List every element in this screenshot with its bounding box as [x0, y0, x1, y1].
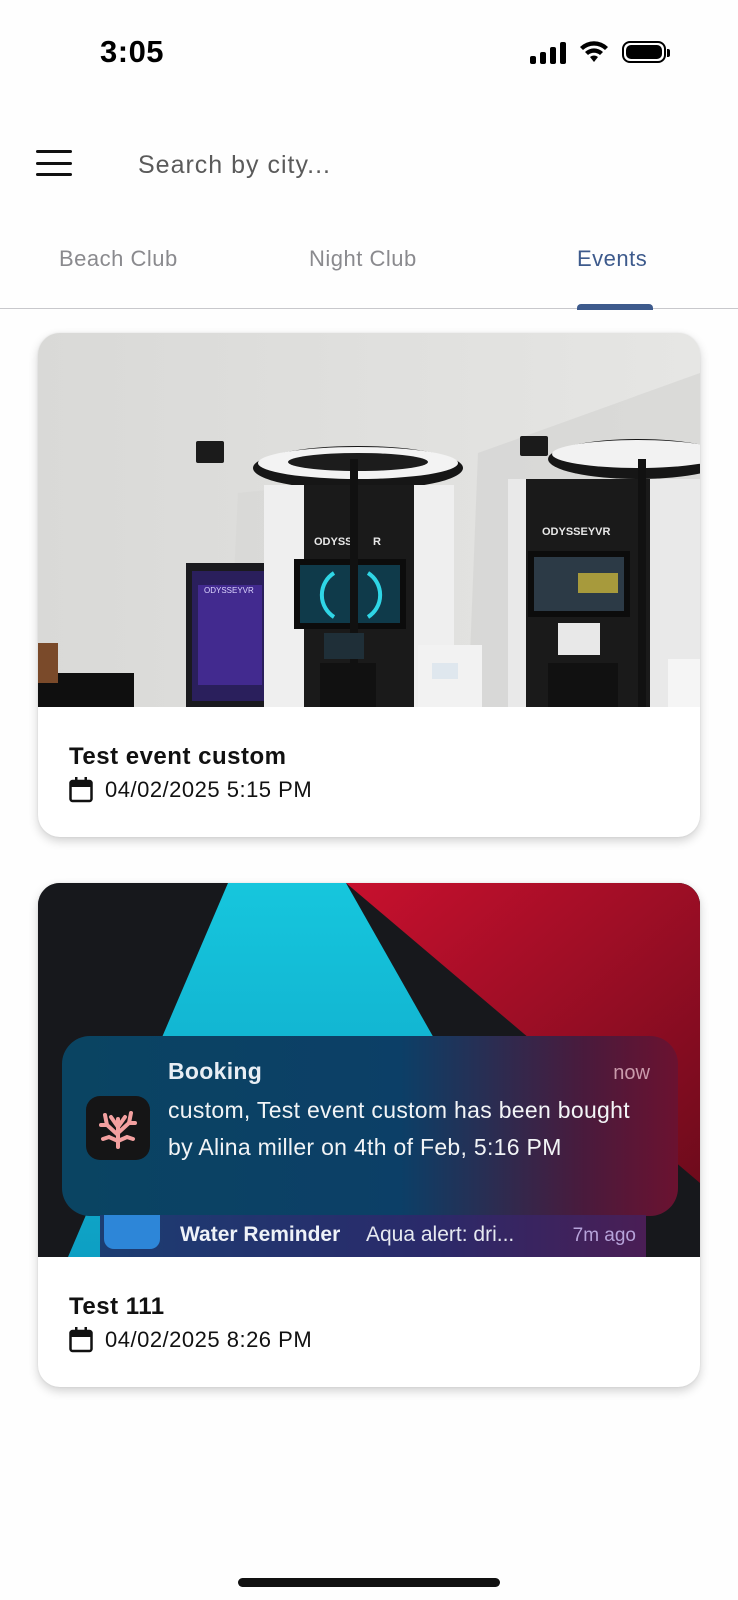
active-tab-indicator [577, 304, 653, 310]
booth-label-left-suffix: R [373, 536, 381, 548]
notification-secondary-text: Aqua alert: dri... [366, 1223, 515, 1246]
search-input[interactable] [136, 140, 680, 190]
notification-body: custom, Test event custom has been bough… [168, 1097, 630, 1160]
event-image: ODYSSEYVR ODYSS R ODYSSEYVR [38, 333, 700, 707]
booking-notification: Booking now custom, Test event custom ha… [62, 1036, 678, 1216]
water-app-icon [104, 1215, 160, 1249]
event-date-row: 04/02/2025 5:15 PM [69, 777, 312, 803]
booth-label-left: ODYSS [314, 536, 353, 548]
event-card[interactable]: ODYSSEYVR ODYSS R ODYSSEYVR Test event c… [38, 333, 700, 837]
booth-label-right: ODYSSEYVR [542, 526, 611, 538]
cellular-signal-icon [530, 40, 566, 64]
event-date: 04/02/2025 8:26 PM [105, 1327, 313, 1352]
home-indicator[interactable] [238, 1578, 500, 1587]
hamburger-menu-icon[interactable] [36, 150, 72, 176]
event-date-row: 04/02/2025 8:26 PM [69, 1327, 312, 1353]
coral-app-icon [86, 1096, 150, 1160]
event-photo-vr-arcade: ODYSSEYVR ODYSS R ODYSSEYVR [38, 333, 700, 707]
event-card[interactable]: Booking now custom, Test event custom ha… [38, 883, 700, 1387]
event-title: Test 111 [69, 1293, 165, 1320]
event-date: 04/02/2025 5:15 PM [105, 777, 313, 802]
tab-events[interactable]: Events [577, 246, 647, 272]
water-reminder-notification: Water Reminder Aqua alert: dri... 7m ago [100, 1215, 646, 1257]
notification-secondary-title: Water Reminder [180, 1223, 341, 1246]
screen-label-1: ODYSSEYVR [204, 586, 254, 595]
category-tabs: Beach Club Night Club Events [0, 226, 738, 310]
calendar-icon [69, 1327, 93, 1353]
event-title: Test event custom [69, 743, 287, 770]
event-image: Booking now custom, Test event custom ha… [38, 883, 700, 1257]
wifi-icon [580, 41, 608, 62]
status-time: 3:05 [100, 34, 165, 69]
tab-night-club[interactable]: Night Club [309, 246, 417, 272]
tab-beach-club[interactable]: Beach Club [59, 246, 178, 272]
notification-secondary-time: 7m ago [572, 1225, 636, 1246]
notification-time: now [613, 1062, 650, 1084]
calendar-icon [69, 777, 93, 803]
battery-icon [622, 41, 670, 63]
notification-title: Booking [168, 1058, 263, 1084]
status-icons [530, 40, 670, 64]
